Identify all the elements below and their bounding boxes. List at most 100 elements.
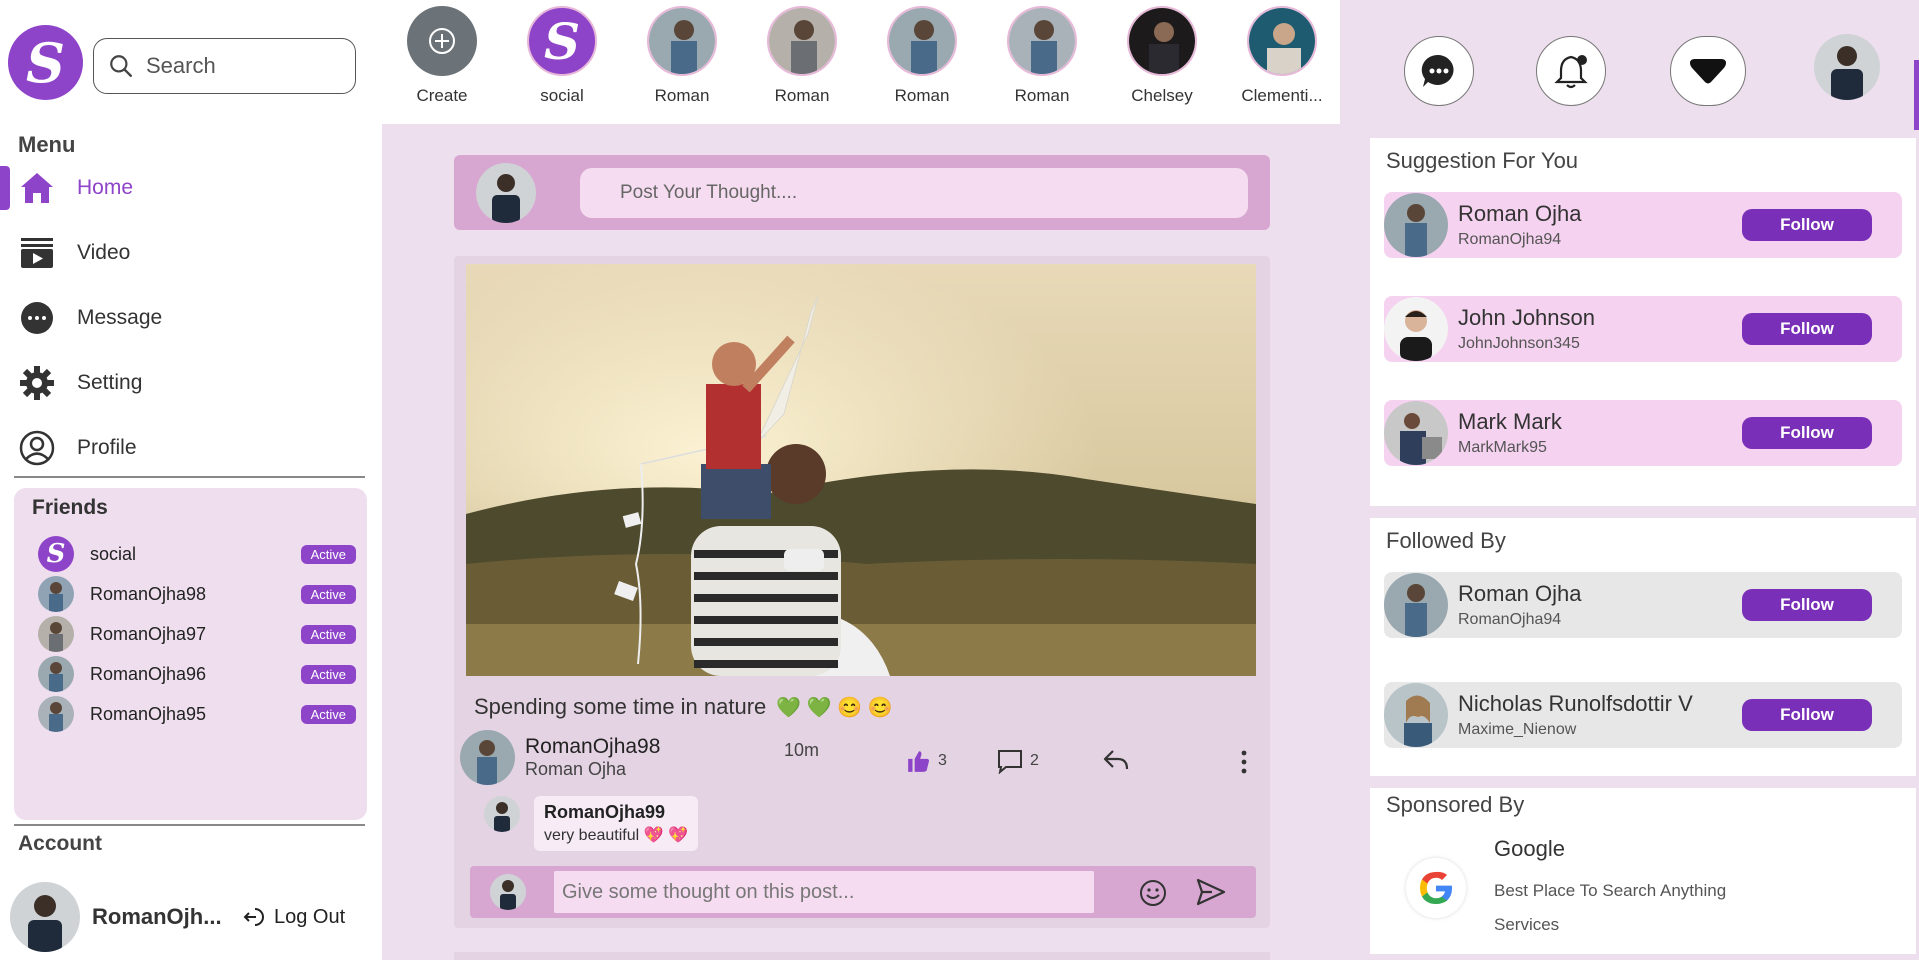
notifications-button[interactable] — [1536, 36, 1606, 106]
menu-item-profile[interactable]: Profile — [0, 422, 365, 474]
post-card: Spending some time in nature 💚 💚 😊 😊 Rom… — [454, 256, 1270, 928]
send-icon[interactable] — [1196, 878, 1226, 906]
video-icon — [18, 234, 56, 272]
story-item[interactable]: Roman — [874, 6, 970, 106]
follower-item[interactable]: Roman Ojha RomanOjha94 Follow — [1384, 572, 1902, 638]
emoji-icon[interactable] — [1138, 878, 1168, 908]
story-item[interactable]: Roman — [994, 6, 1090, 106]
avatar — [490, 874, 526, 910]
sponsored-card: Sponsored By Google Best Place To Search… — [1370, 788, 1916, 954]
status-badge: Active — [300, 544, 356, 564]
messages-button[interactable] — [1404, 36, 1474, 106]
suggestion-item[interactable]: John Johnson JohnJohnson345 Follow — [1384, 296, 1902, 362]
logout-icon — [243, 908, 264, 926]
share-button[interactable] — [1102, 748, 1130, 772]
story-item[interactable]: Chelsey — [1114, 6, 1210, 106]
dropdown-button[interactable] — [1670, 36, 1746, 106]
menu-item-message[interactable]: Message — [0, 292, 365, 344]
avatar — [1007, 6, 1077, 76]
avatar — [1127, 6, 1197, 76]
search-box[interactable] — [93, 38, 356, 94]
compose-box — [454, 155, 1270, 230]
sponsor-name[interactable]: Google — [1494, 836, 1565, 862]
suggestion-item[interactable]: Roman Ojha RomanOjha94 Follow — [1384, 192, 1902, 258]
story-item[interactable]: Roman — [634, 6, 730, 106]
avatar — [38, 576, 74, 612]
avatar — [1384, 573, 1448, 637]
search-input[interactable] — [146, 53, 316, 79]
sponsored-title: Sponsored By — [1386, 792, 1525, 817]
story-item[interactable]: Roman — [754, 6, 850, 106]
reply-box — [470, 866, 1256, 918]
post-input[interactable] — [580, 168, 1248, 218]
home-icon — [18, 169, 56, 207]
divider — [14, 476, 365, 478]
follow-button[interactable]: Follow — [1742, 699, 1872, 731]
story-label: Roman — [774, 86, 830, 105]
right-sidebar: Suggestion For You Roman Ojha RomanOjha94… — [1340, 0, 1919, 960]
scrollbar[interactable] — [1914, 60, 1919, 130]
post-author[interactable]: RomanOjha98 Roman Ojha — [460, 730, 660, 785]
avatar: S — [527, 6, 597, 76]
friend-name: RomanOjha96 — [90, 663, 207, 684]
follow-button[interactable]: Follow — [1742, 589, 1872, 621]
story-create[interactable]: Create — [394, 6, 490, 106]
more-vertical-icon — [1241, 750, 1247, 774]
menu-item-label: Setting — [77, 371, 143, 394]
story-label: Chelsey — [1131, 86, 1193, 105]
account-row: RomanOjh... Log Out — [10, 882, 370, 952]
friend-item[interactable]: RomanOjha95 Active — [38, 696, 358, 732]
menu-item-setting[interactable]: Setting — [0, 357, 365, 409]
friend-item[interactable]: RomanOjha98 Active — [38, 576, 358, 612]
account-title: Account — [18, 832, 102, 855]
avatar[interactable] — [10, 882, 80, 952]
reply-input[interactable] — [554, 871, 1094, 913]
more-options-button[interactable] — [1240, 748, 1248, 776]
menu-item-label: Video — [77, 241, 131, 264]
feed: Create S social Roman Roman Roman Roman … — [382, 0, 1340, 960]
app-logo[interactable]: S — [8, 25, 83, 100]
story-item[interactable]: S social — [514, 6, 610, 106]
comment-icon — [998, 750, 1022, 774]
profile-avatar[interactable] — [1814, 34, 1880, 100]
friend-item[interactable]: S social Active — [38, 536, 358, 572]
friend-item[interactable]: RomanOjha97 Active — [38, 616, 358, 652]
follow-button[interactable]: Follow — [1742, 209, 1872, 241]
story-label: social — [540, 86, 584, 105]
avatar — [484, 796, 520, 832]
menu-title: Menu — [18, 132, 76, 157]
post-image[interactable] — [466, 264, 1256, 676]
like-count: 3 — [938, 752, 947, 769]
caption-emojis: 💚 💚 😊 😊 — [776, 696, 893, 719]
menu-item-home[interactable]: Home — [0, 162, 365, 214]
comment-button[interactable]: 2 — [996, 748, 1039, 774]
google-logo-icon[interactable] — [1406, 858, 1466, 918]
story-item[interactable]: Clementi... — [1234, 6, 1330, 106]
logout-label: Log Out — [274, 905, 346, 928]
like-button[interactable]: 3 — [906, 748, 947, 774]
friend-item[interactable]: RomanOjha96 Active — [38, 656, 358, 692]
friend-name: RomanOjha97 — [90, 623, 207, 644]
suggestion-username: MarkMark95 — [1458, 439, 1547, 456]
avatar — [887, 6, 957, 76]
friend-name: social — [90, 543, 137, 564]
status-badge: Active — [300, 584, 356, 604]
follow-button[interactable]: Follow — [1742, 417, 1872, 449]
avatar — [38, 696, 74, 732]
follow-button[interactable]: Follow — [1742, 313, 1872, 345]
menu-item-video[interactable]: Video — [0, 227, 365, 279]
status-badge: Active — [300, 624, 356, 644]
follower-name: Roman Ojha — [1458, 581, 1582, 606]
suggestion-item[interactable]: Mark Mark MarkMark95 Follow — [1384, 400, 1902, 466]
followed-by-title: Followed By — [1386, 528, 1506, 553]
bell-icon — [1554, 55, 1588, 89]
follower-username: Maxime_Nienow — [1458, 721, 1577, 738]
gear-icon — [18, 364, 56, 402]
comment-text: very beautiful 💖 💖 — [544, 827, 688, 844]
follower-username: RomanOjha94 — [1458, 611, 1562, 628]
comment-item: RomanOjha99 very beautiful 💖 💖 — [484, 796, 698, 851]
logout-button[interactable]: Log Out — [242, 905, 345, 929]
account-name: RomanOjh... — [92, 904, 222, 929]
follower-item[interactable]: Nicholas Runolfsdottir V Maxime_Nienow Fo… — [1384, 682, 1902, 748]
comment-bubble: RomanOjha99 very beautiful 💖 💖 — [534, 796, 698, 851]
